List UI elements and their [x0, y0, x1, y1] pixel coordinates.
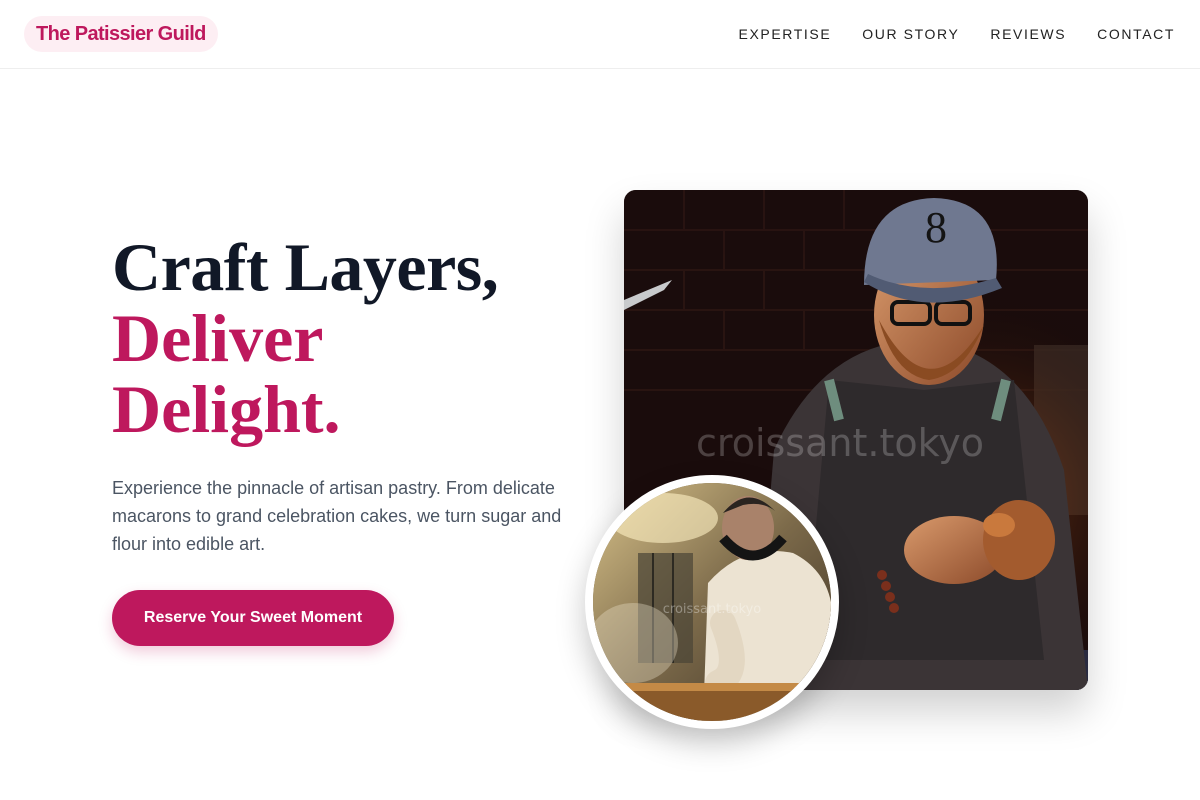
nav-item-reviews[interactable]: REVIEWS — [990, 26, 1066, 42]
hero-photo-thumbnail: croissant.tokyo — [585, 475, 839, 729]
main-photo-watermark: croissant.tokyo — [696, 421, 984, 465]
headline-line-1: Craft Layers, — [112, 229, 499, 305]
hero-headline: Craft Layers, Deliver Delight. — [112, 232, 592, 445]
headline-line-2: Deliver — [112, 300, 324, 376]
oven-illustration: croissant.tokyo — [593, 483, 831, 721]
thumb-photo-watermark: croissant.tokyo — [663, 602, 762, 617]
site-header: The Patissier Guild EXPERTISE OUR STORY … — [0, 0, 1200, 69]
nav-item-our-story[interactable]: OUR STORY — [862, 26, 959, 42]
svg-text:8: 8 — [925, 203, 947, 252]
reserve-button[interactable]: Reserve Your Sweet Moment — [112, 590, 394, 646]
brand-logo[interactable]: The Patissier Guild — [24, 16, 218, 52]
main-nav: EXPERTISE OUR STORY REVIEWS CONTACT — [708, 0, 1175, 68]
hero-description: Experience the pinnacle of artisan pastr… — [112, 478, 562, 554]
nav-item-expertise[interactable]: EXPERTISE — [739, 26, 832, 42]
headline-line-3: Delight. — [112, 371, 341, 447]
nav-item-contact[interactable]: CONTACT — [1097, 26, 1175, 42]
